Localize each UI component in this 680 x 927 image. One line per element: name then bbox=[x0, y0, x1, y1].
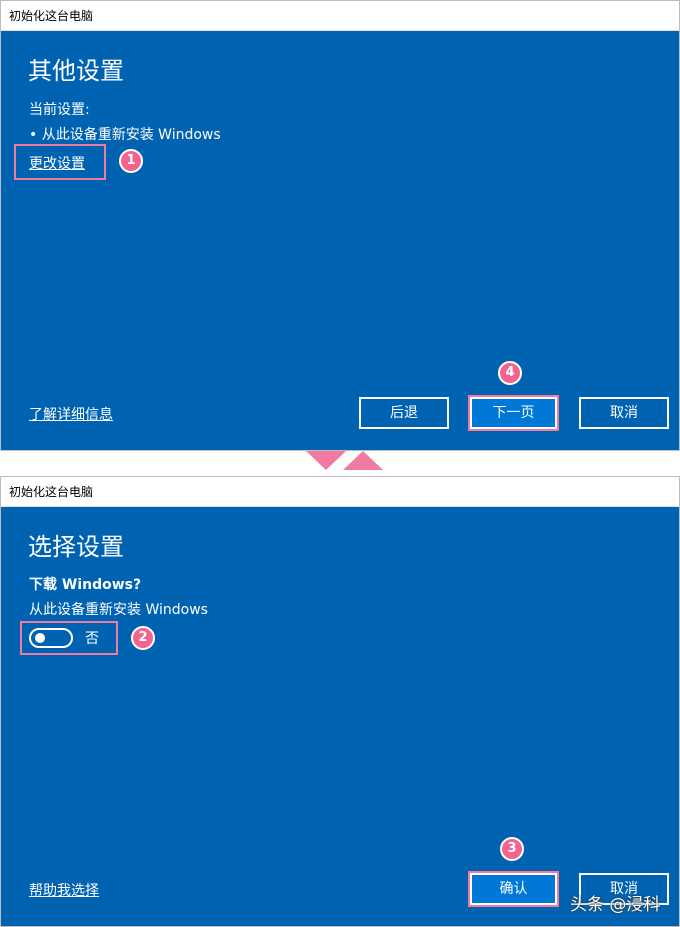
page-heading: 其他设置 bbox=[28, 57, 124, 85]
back-button[interactable]: 后退 bbox=[359, 397, 449, 429]
change-settings-link[interactable]: 更改设置 bbox=[29, 153, 85, 173]
step-badge-4: 4 bbox=[498, 361, 522, 385]
window-title: 初始化这台电脑 bbox=[1, 1, 679, 31]
download-toggle[interactable] bbox=[29, 628, 73, 648]
next-button[interactable]: 下一页 bbox=[470, 397, 557, 429]
toggle-knob bbox=[35, 633, 45, 643]
reset-pc-window-choose-settings: 初始化这台电脑 选择设置 下载 Windows? 从此设备重新安装 Window… bbox=[0, 476, 680, 927]
transition-arrows bbox=[0, 451, 680, 476]
step-badge-3: 3 bbox=[500, 837, 524, 861]
window-content: 其他设置 当前设置: • 从此设备重新安装 Windows 更改设置 1 4 了… bbox=[1, 31, 679, 450]
page-heading: 选择设置 bbox=[28, 533, 124, 561]
window-content: 选择设置 下载 Windows? 从此设备重新安装 Windows 否 2 3 … bbox=[1, 507, 679, 926]
learn-more-link[interactable]: 了解详细信息 bbox=[29, 404, 113, 424]
download-question: 下载 Windows? bbox=[29, 577, 142, 593]
current-settings-label: 当前设置: bbox=[29, 102, 90, 118]
confirm-button[interactable]: 确认 bbox=[470, 873, 557, 905]
current-setting-item: • 从此设备重新安装 Windows bbox=[29, 127, 221, 143]
watermark: 头条 @浸科 bbox=[570, 895, 661, 915]
step-badge-1: 1 bbox=[119, 149, 143, 173]
help-me-choose-link[interactable]: 帮助我选择 bbox=[29, 880, 99, 900]
reset-pc-window-other-settings: 初始化这台电脑 其他设置 当前设置: • 从此设备重新安装 Windows 更改… bbox=[0, 0, 680, 451]
download-description: 从此设备重新安装 Windows bbox=[29, 602, 208, 618]
step-badge-2: 2 bbox=[131, 626, 155, 650]
arrow-icon bbox=[306, 451, 383, 470]
window-title: 初始化这台电脑 bbox=[1, 477, 679, 507]
cancel-button[interactable]: 取消 bbox=[579, 397, 669, 429]
toggle-state-label: 否 bbox=[85, 631, 99, 647]
